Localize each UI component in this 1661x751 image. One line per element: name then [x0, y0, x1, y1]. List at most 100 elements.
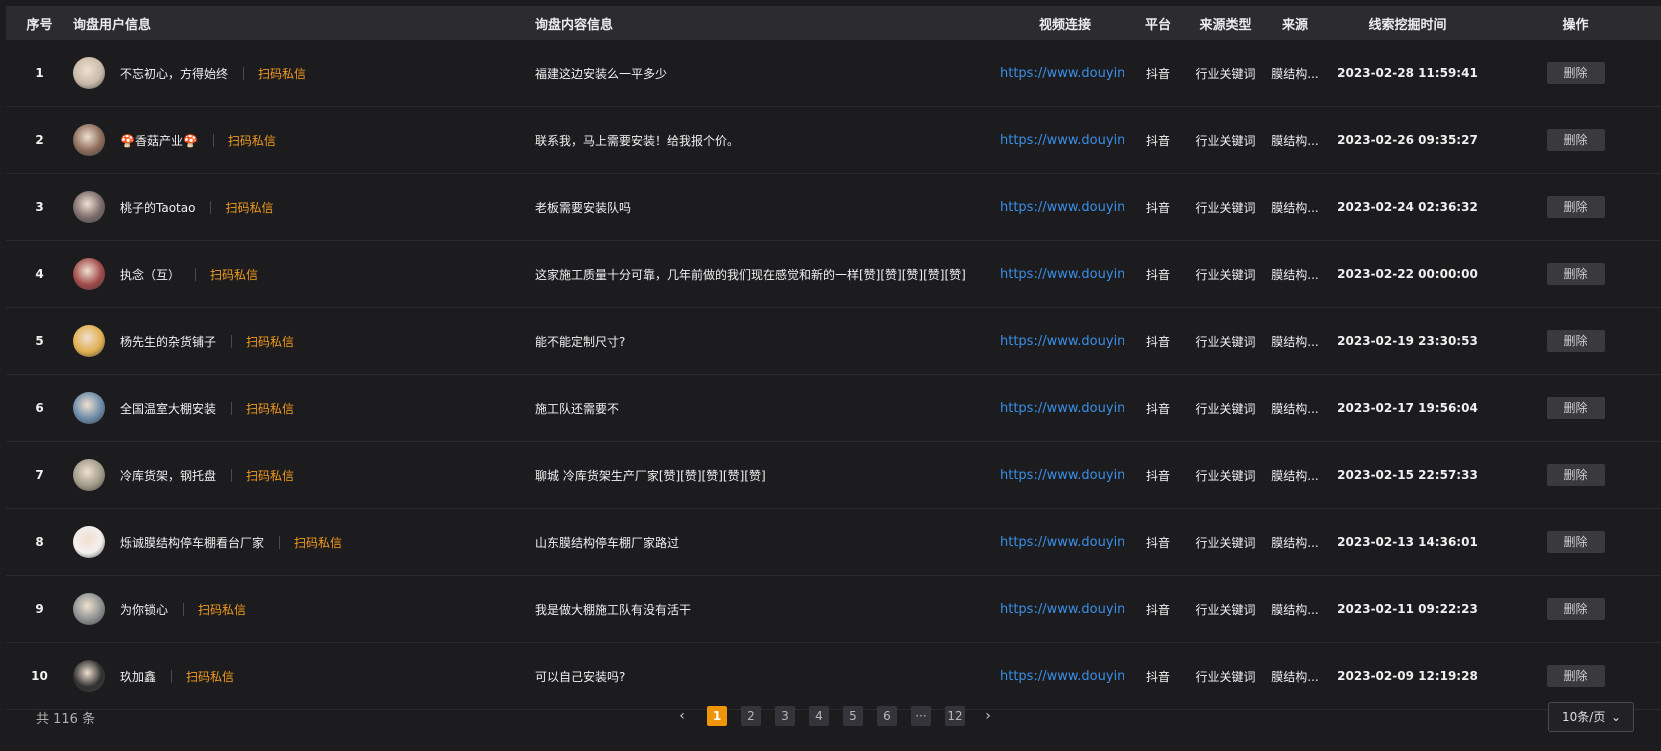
- platform: 抖音: [1145, 334, 1170, 349]
- col-header-video: 视频连接: [1038, 17, 1091, 33]
- row-index: 5: [35, 334, 44, 348]
- user-info: 执念（互） 扫码私信: [73, 241, 535, 307]
- row-index: 2: [35, 133, 44, 147]
- video-link[interactable]: https://www.douyin.com: [1000, 133, 1124, 148]
- mined-time: 2023-02-26 09:35:27: [1337, 133, 1478, 147]
- avatar: [73, 660, 105, 692]
- inquiry-content: 联系我，马上需要安装！给我报个价。: [535, 133, 740, 148]
- source-type: 行业关键词: [1195, 468, 1256, 483]
- user-info: 全国温室大棚安装 扫码私信: [73, 375, 535, 441]
- table-row: 9 为你锁心 扫码私信 我是做大棚施工队有没有活干 https://www.do…: [6, 576, 1661, 643]
- video-link[interactable]: https://www.douyin.com: [1000, 267, 1124, 282]
- page-button[interactable]: 3: [775, 706, 795, 726]
- col-header-action: 操作: [1562, 17, 1589, 33]
- video-link[interactable]: https://www.douyin.com: [1000, 669, 1124, 684]
- video-link[interactable]: https://www.douyin.com: [1000, 468, 1124, 483]
- qr-message-link[interactable]: 扫码私信: [198, 601, 246, 618]
- source-type: 行业关键词: [1195, 133, 1256, 148]
- source: 膜结构...: [1271, 401, 1319, 416]
- page-button[interactable]: 2: [741, 706, 761, 726]
- row-index: 8: [35, 535, 44, 549]
- delete-button[interactable]: 删除: [1546, 196, 1605, 218]
- avatar: [73, 258, 105, 290]
- col-header-time: 线索挖掘时间: [1368, 17, 1447, 33]
- mined-time: 2023-02-22 00:00:00: [1337, 267, 1478, 281]
- source-type: 行业关键词: [1195, 535, 1256, 550]
- leads-table-container: 序号 询盘用户信息 询盘内容信息 视频连接 平台 来源类型 来源 线索挖掘时间 …: [6, 6, 1661, 710]
- video-link[interactable]: https://www.douyin.com: [1000, 200, 1124, 215]
- divider: [231, 334, 233, 348]
- delete-button[interactable]: 删除: [1546, 62, 1605, 84]
- qr-message-link[interactable]: 扫码私信: [225, 199, 273, 216]
- video-link[interactable]: https://www.douyin.com: [1000, 535, 1124, 550]
- mined-time: 2023-02-11 09:22:23: [1337, 602, 1478, 616]
- divider: [171, 669, 173, 683]
- page-button[interactable]: 6: [877, 706, 897, 726]
- inquiry-content: 山东膜结构停车棚厂家路过: [535, 535, 680, 550]
- source: 膜结构...: [1271, 267, 1319, 282]
- page-size-select[interactable]: 10条/页 ⌄: [1548, 702, 1634, 732]
- delete-button[interactable]: 删除: [1546, 397, 1605, 419]
- video-link[interactable]: https://www.douyin.com: [1000, 602, 1124, 617]
- avatar: [73, 325, 105, 357]
- qr-message-link[interactable]: 扫码私信: [186, 668, 234, 685]
- qr-message-link[interactable]: 扫码私信: [246, 333, 294, 350]
- table-row: 1 不忘初心，方得始终 扫码私信 福建这边安装么一平多少 https://www…: [6, 40, 1661, 107]
- source-type: 行业关键词: [1195, 334, 1256, 349]
- delete-button[interactable]: 删除: [1546, 531, 1605, 553]
- table-row: 3 桃子的Taotao 扫码私信 老板需要安装队吗 https://www.do…: [6, 174, 1661, 241]
- qr-message-link[interactable]: 扫码私信: [228, 132, 276, 149]
- platform: 抖音: [1145, 535, 1170, 550]
- qr-message-link[interactable]: 扫码私信: [246, 467, 294, 484]
- delete-button[interactable]: 删除: [1546, 464, 1605, 486]
- source-type: 行业关键词: [1195, 401, 1256, 416]
- table-body: 1 不忘初心，方得始终 扫码私信 福建这边安装么一平多少 https://www…: [6, 40, 1661, 710]
- inquiry-content: 聊城 冷库货架生产厂家[赞][赞][赞][赞][赞]: [535, 468, 766, 483]
- source-type: 行业关键词: [1195, 267, 1256, 282]
- col-header-source-type: 来源类型: [1199, 17, 1252, 33]
- avatar: [73, 459, 105, 491]
- avatar: [73, 57, 105, 89]
- inquiry-content: 我是做大棚施工队有没有活干: [535, 602, 692, 617]
- inquiry-content: 老板需要安装队吗: [535, 200, 632, 215]
- user-info: 🍄香菇产业🍄 扫码私信: [73, 107, 535, 173]
- prev-page-button[interactable]: ‹: [675, 708, 689, 724]
- page-button[interactable]: 4: [809, 706, 829, 726]
- video-link[interactable]: https://www.douyin.com: [1000, 66, 1124, 81]
- user-info: 不忘初心，方得始终 扫码私信: [73, 40, 535, 106]
- user-name: 冷库货架，钢托盘: [120, 468, 217, 483]
- source: 膜结构...: [1271, 602, 1319, 617]
- page-button[interactable]: 5: [843, 706, 863, 726]
- inquiry-content: 福建这边安装么一平多少: [535, 66, 668, 81]
- delete-button[interactable]: 删除: [1546, 665, 1605, 687]
- video-link[interactable]: https://www.douyin.com: [1000, 401, 1124, 416]
- video-link[interactable]: https://www.douyin.com: [1000, 334, 1124, 349]
- row-index: 4: [35, 267, 44, 281]
- user-info: 冷库货架，钢托盘 扫码私信: [73, 442, 535, 508]
- qr-message-link[interactable]: 扫码私信: [258, 65, 306, 82]
- qr-message-link[interactable]: 扫码私信: [246, 400, 294, 417]
- delete-button[interactable]: 删除: [1546, 598, 1605, 620]
- delete-button[interactable]: 删除: [1546, 330, 1605, 352]
- page-ellipsis[interactable]: ···: [911, 706, 931, 726]
- col-header-user: 询盘用户信息: [73, 17, 152, 33]
- user-name: 全国温室大棚安装: [120, 401, 217, 416]
- col-header-index: 序号: [26, 17, 53, 33]
- user-name: 烁诚膜结构停车棚看台厂家: [120, 535, 265, 550]
- next-page-button[interactable]: ›: [981, 708, 995, 724]
- platform: 抖音: [1145, 468, 1170, 483]
- page-button[interactable]: 12: [945, 706, 965, 726]
- delete-button[interactable]: 删除: [1546, 263, 1605, 285]
- qr-message-link[interactable]: 扫码私信: [294, 534, 342, 551]
- qr-message-link[interactable]: 扫码私信: [210, 266, 258, 283]
- page-button[interactable]: 1: [707, 706, 727, 726]
- user-name: 玖加鑫: [120, 669, 157, 684]
- user-name: 杨先生的杂货铺子: [120, 334, 217, 349]
- row-index: 6: [35, 401, 44, 415]
- source-type: 行业关键词: [1195, 66, 1256, 81]
- source: 膜结构...: [1271, 200, 1319, 215]
- delete-button[interactable]: 删除: [1546, 129, 1605, 151]
- mined-time: 2023-02-15 22:57:33: [1337, 468, 1478, 482]
- user-info: 杨先生的杂货铺子 扫码私信: [73, 308, 535, 374]
- table-row: 4 执念（互） 扫码私信 这家施工质量十分可靠，几年前做的我们现在感觉和新的一样…: [6, 241, 1661, 308]
